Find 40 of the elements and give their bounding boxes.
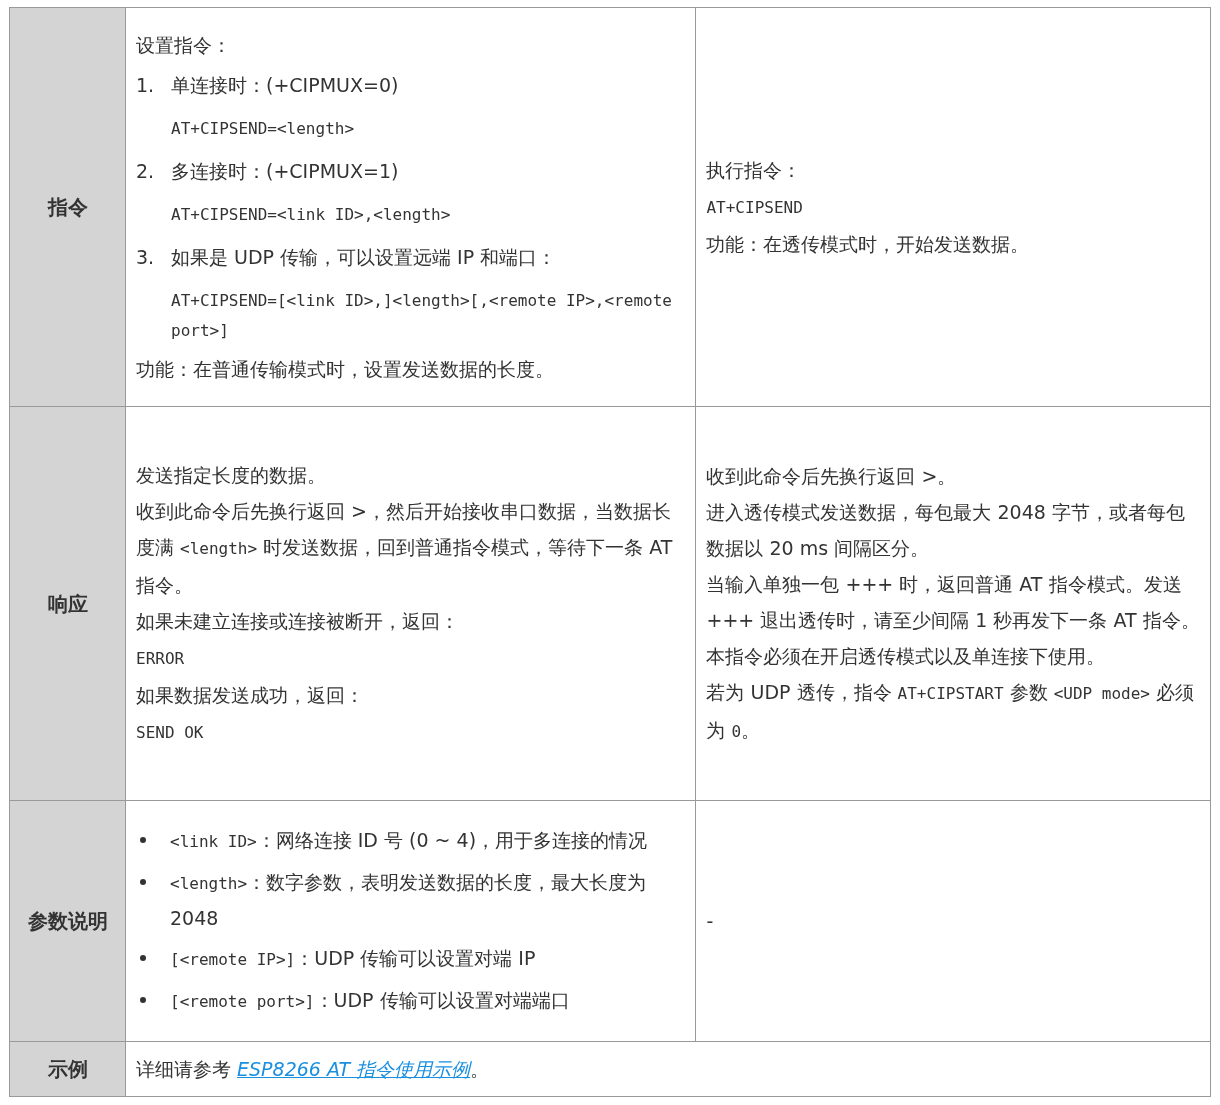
paragraph: 进入透传模式发送数据，每包最大 2048 字节，或者每包数据以 20 ms 间隔区分。	[706, 499, 1186, 561]
paragraph: 功能：在透传模式时，开始发送数据。	[706, 232, 1031, 257]
paragraph: 功能：在普通传输模式时，设置发送数据的长度。	[136, 357, 555, 382]
paragraph: -	[706, 909, 715, 934]
bullet-text: <link ID>：网络连接 ID 号 (0 ~ 4)，用于多连接的情况	[170, 828, 648, 853]
bullet-icon	[140, 997, 146, 1003]
bullet-icon	[140, 879, 146, 885]
list-number: 2.	[136, 159, 156, 184]
bullet-icon	[140, 837, 146, 843]
paragraph: 本指令必须在开启透传模式以及单连接下使用。	[706, 643, 1107, 669]
paragraph: 执行指令：	[706, 158, 803, 183]
paragraph: AT+CIPSEND	[706, 197, 804, 219]
row-header: 示例	[10, 1042, 126, 1097]
paragraph: SEND OK	[136, 721, 205, 744]
doc-link[interactable]: ESP8266 AT 指令使用示例	[237, 1058, 471, 1080]
list-number: 1.	[136, 73, 156, 98]
list-item-text: 如果是 UDP 传输，可以设置远端 IP 和端口：	[171, 245, 557, 270]
row-header: 响应	[10, 407, 126, 801]
bullet-text: [<remote IP>]：UDP 传输可以设置对端 IP	[170, 946, 536, 971]
list-number: 3.	[136, 245, 156, 270]
paragraph: 当输入单独一包 +++ 时，返回普通 AT 指令模式。发送 +++ 退出透传时，请至少间隔 1 秒再发下一条 AT 指令。	[706, 571, 1200, 633]
code-line: AT+CIPSEND=<link ID>,<length>	[170, 204, 452, 226]
bullet-text: <length>：数字参数，表明发送数据的长度，最大长度为 2048	[170, 870, 648, 931]
bullet-icon	[140, 955, 146, 961]
paragraph: 如果数据发送成功，返回：	[136, 682, 365, 708]
paragraph: 发送指定长度的数据。	[136, 462, 327, 488]
paragraph: 若为 UDP 透传，指令 AT+CIPSTART 参数 <UDP mode> 必须为 0。	[706, 679, 1196, 743]
code-line: AT+CIPSEND=<length>	[170, 118, 356, 140]
paragraph: 收到此命令后先换行返回 >。	[706, 463, 958, 489]
paragraph: 详细请参考 ESP8266 AT 指令使用示例。	[136, 1057, 491, 1082]
paragraph: 如果未建立连接或连接被断开，返回：	[136, 608, 460, 634]
paragraph: 收到此命令后先换行返回 >，然后开始接收串口数据，当数据长度满 <length> 时发送数据，回到普通指令模式，等待下一条 AT 指令。	[136, 498, 674, 598]
code-line: AT+CIPSEND=[<link ID>,]<length>[,<remote IP>,<remote port>]	[170, 290, 673, 342]
row-header: 指令	[10, 8, 126, 407]
row-header: 参数说明	[10, 801, 126, 1042]
bullet-text: [<remote port>]：UDP 传输可以设置对端端口	[170, 988, 570, 1013]
paragraph: 设置指令：	[136, 33, 232, 58]
paragraph: ERROR	[136, 647, 186, 670]
list-item-text: 单连接时：(+CIPMUX=0)	[171, 73, 399, 98]
list-item-text: 多连接时：(+CIPMUX=1)	[171, 159, 399, 184]
